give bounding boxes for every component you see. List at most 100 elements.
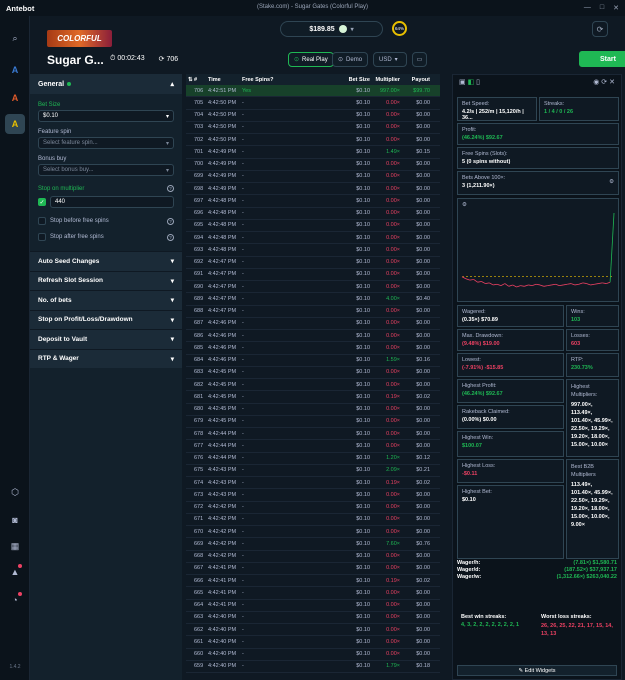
table-row[interactable]: 669 4:42:42 PM - $0.10 7.60× $0.76: [186, 538, 440, 551]
app-a-blue-icon[interactable]: A: [5, 60, 25, 80]
close-icon[interactable]: ✕: [609, 79, 615, 86]
table-row[interactable]: 705 4:42:50 PM - $0.10 0.00× $0.00: [186, 97, 440, 110]
search-icon[interactable]: ⌕: [5, 28, 25, 48]
table-row[interactable]: 694 4:42:48 PM - $0.10 0.00× $0.00: [186, 232, 440, 245]
stop-multiplier-input[interactable]: 440: [50, 196, 174, 208]
feature-spin-select[interactable]: Select feature spin... ▾: [38, 137, 174, 149]
table-row[interactable]: 667 4:42:41 PM - $0.10 0.00× $0.00: [186, 563, 440, 575]
table-row[interactable]: 690 4:42:47 PM - $0.10 0.00× $0.00: [186, 281, 440, 294]
table-row[interactable]: 666 4:42:41 PM - $0.10 0.19× $0.02: [186, 575, 440, 588]
bet-size-select[interactable]: $0.10 ▾: [38, 110, 174, 122]
table-row[interactable]: 664 4:42:41 PM - $0.10 0.00× $0.00: [186, 600, 440, 612]
table-row[interactable]: 697 4:42:48 PM - $0.10 0.00× $0.00: [186, 195, 440, 208]
discord-icon[interactable]: ◙: [5, 510, 25, 530]
table-row[interactable]: 683 4:42:45 PM - $0.10 0.00× $0.00: [186, 367, 440, 379]
cell-bet-size: $0.10: [356, 565, 370, 572]
stop-multiplier-checkbox[interactable]: ✓: [38, 198, 46, 206]
table-row[interactable]: 688 4:42:47 PM - $0.10 0.00× $0.00: [186, 306, 440, 318]
balance-selector[interactable]: $189.85 ▾: [280, 21, 383, 37]
table-row[interactable]: 689 4:42:47 PM - $0.10 4.00× $0.40: [186, 293, 440, 306]
app-a-orange-icon[interactable]: A: [5, 88, 25, 108]
table-row[interactable]: 702 4:42:50 PM - $0.10 0.00× $0.00: [186, 134, 440, 147]
table-row[interactable]: 665 4:42:41 PM - $0.10 0.00× $0.00: [186, 587, 440, 600]
refresh-icon[interactable]: ⟳: [601, 79, 607, 86]
table-row[interactable]: 701 4:42:49 PM - $0.10 1.49× $0.15: [186, 146, 440, 159]
cell-bet-size: $0.10: [356, 467, 370, 474]
section-3[interactable]: Stop on Profit/Loss/Drawdown ▾: [30, 309, 182, 329]
table-row[interactable]: 684 4:42:46 PM - $0.10 1.59× $0.16: [186, 355, 440, 367]
cell-bet-size: $0.10: [356, 540, 370, 547]
cell-bet-size: $0.10: [356, 577, 370, 584]
table-row[interactable]: 660 4:42:40 PM - $0.10 0.00× $0.00: [186, 649, 440, 661]
table-row[interactable]: 680 4:42:45 PM - $0.10 0.00× $0.00: [186, 404, 440, 416]
table-row[interactable]: 696 4:42:48 PM - $0.10 0.00× $0.00: [186, 208, 440, 220]
help-icon[interactable]: ?: [167, 233, 174, 241]
section-1[interactable]: Refresh Slot Session ▾: [30, 270, 182, 290]
table-row[interactable]: 686 4:42:46 PM - $0.10 0.00× $0.00: [186, 330, 440, 343]
table-row[interactable]: 674 4:42:43 PM - $0.10 0.19× $0.02: [186, 477, 440, 490]
table-row[interactable]: 703 4:42:50 PM - $0.10 0.00× $0.00: [186, 122, 440, 134]
layout-icon[interactable]: ▣: [459, 79, 466, 86]
table-row[interactable]: 699 4:42:49 PM - $0.10 0.00× $0.00: [186, 171, 440, 183]
bell-icon[interactable]: ◔: [5, 590, 25, 610]
table-row[interactable]: 678 4:42:44 PM - $0.10 0.00× $0.00: [186, 428, 440, 441]
table-row[interactable]: 675 4:42:43 PM - $0.10 2.09× $0.21: [186, 465, 440, 477]
bonus-buy-select[interactable]: Select bonus buy... ▾: [38, 164, 174, 176]
table-row[interactable]: 663 4:42:40 PM - $0.10 0.00× $0.00: [186, 612, 440, 624]
layout-full-icon[interactable]: ▯: [476, 79, 480, 86]
table-row[interactable]: 673 4:42:43 PM - $0.10 0.00× $0.00: [186, 489, 440, 502]
cell-payout: $0.00: [416, 210, 430, 217]
table-row[interactable]: 676 4:42:44 PM - $0.10 1.20× $0.12: [186, 453, 440, 465]
table-row[interactable]: 691 4:42:47 PM - $0.10 0.00× $0.00: [186, 269, 440, 281]
cell-multiplier: 0.00×: [386, 99, 400, 106]
table-row[interactable]: 693 4:42:48 PM - $0.10 0.00× $0.00: [186, 244, 440, 257]
table-row[interactable]: 679 4:42:45 PM - $0.10 0.00× $0.00: [186, 416, 440, 428]
cube-icon[interactable]: ⬡: [5, 482, 25, 502]
cell-free-spins: -: [242, 540, 244, 547]
general-section-header[interactable]: General ▴: [30, 74, 182, 94]
demo-toggle[interactable]: ⊙ Demo: [332, 52, 369, 67]
section-4[interactable]: Deposit to Vault ▾: [30, 329, 182, 349]
stop-after-checkbox[interactable]: [38, 233, 46, 241]
layout-split-icon[interactable]: ◧: [468, 79, 475, 86]
eye-icon[interactable]: ◉: [593, 79, 599, 86]
table-row[interactable]: 687 4:42:46 PM - $0.10 0.00× $0.00: [186, 318, 440, 330]
section-5[interactable]: RTP & Wager ▾: [30, 348, 182, 368]
cell-bet-size: $0.10: [356, 589, 370, 596]
warning-icon[interactable]: ▲: [5, 562, 25, 582]
cell-free-spins: -: [242, 369, 244, 376]
help-icon[interactable]: ?: [167, 217, 174, 225]
table-row[interactable]: 662 4:42:40 PM - $0.10 0.00× $0.00: [186, 624, 440, 637]
history-button[interactable]: ▭: [412, 52, 427, 67]
start-button[interactable]: Start: [579, 51, 625, 67]
table-row[interactable]: 671 4:42:42 PM - $0.10 0.00× $0.00: [186, 514, 440, 526]
refresh-button[interactable]: ⟳: [592, 21, 608, 37]
table-row[interactable]: 659 4:42:40 PM - $0.10 1.79× $0.18: [186, 661, 440, 673]
table-row[interactable]: 670 4:42:42 PM - $0.10 0.00× $0.00: [186, 526, 440, 539]
table-row[interactable]: 661 4:42:40 PM - $0.10 0.00× $0.00: [186, 636, 440, 649]
table-row[interactable]: 698 4:42:49 PM - $0.10 0.00× $0.00: [186, 183, 440, 196]
table-row[interactable]: 704 4:42:50 PM - $0.10 0.00× $0.00: [186, 110, 440, 122]
table-row[interactable]: 685 4:42:46 PM - $0.10 0.00× $0.00: [186, 342, 440, 355]
section-0[interactable]: Auto Seed Changes ▾: [30, 251, 182, 271]
stop-before-checkbox[interactable]: [38, 217, 46, 225]
table-row[interactable]: 681 4:42:45 PM - $0.10 0.19× $0.02: [186, 391, 440, 404]
table-icon[interactable]: ▦: [5, 536, 25, 556]
gear-icon[interactable]: ⚙: [609, 179, 614, 185]
table-row[interactable]: 672 4:42:42 PM - $0.10 0.00× $0.00: [186, 502, 440, 514]
cell-bet-size: $0.10: [356, 87, 370, 94]
table-row[interactable]: 692 4:42:47 PM - $0.10 0.00× $0.00: [186, 257, 440, 269]
table-row[interactable]: 677 4:42:44 PM - $0.10 0.00× $0.00: [186, 440, 440, 453]
sort-icon[interactable]: ⇅: [186, 77, 194, 83]
table-row[interactable]: 695 4:42:48 PM - $0.10 0.00× $0.00: [186, 220, 440, 232]
edit-widgets-button[interactable]: ✎ Edit Widgets: [457, 665, 617, 676]
app-a-yellow-icon[interactable]: A: [5, 114, 25, 134]
table-row[interactable]: 706 4:42:51 PM Yes $0.10 997.00× $99.70: [186, 85, 440, 98]
help-icon[interactable]: ?: [167, 185, 174, 192]
table-row[interactable]: 668 4:42:42 PM - $0.10 0.00× $0.00: [186, 551, 440, 563]
table-row[interactable]: 682 4:42:45 PM - $0.10 0.00× $0.00: [186, 379, 440, 392]
table-row[interactable]: 700 4:42:49 PM - $0.10 0.00× $0.00: [186, 159, 440, 171]
section-2[interactable]: No. of bets ▾: [30, 290, 182, 310]
real-play-toggle[interactable]: ⊙ Real Play: [288, 52, 334, 67]
currency-select[interactable]: USD ▾: [373, 52, 407, 67]
